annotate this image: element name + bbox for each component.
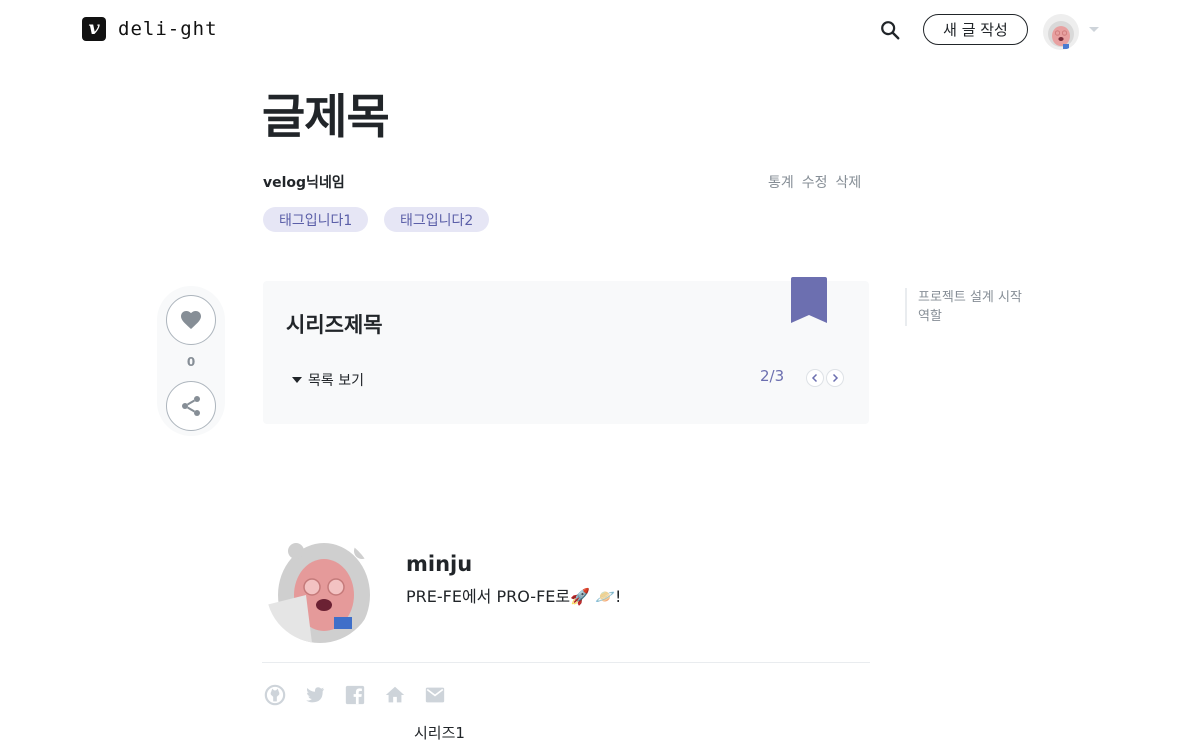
email-icon[interactable] [424,684,446,706]
post-actions: 통계 수정 삭제 [768,172,861,192]
profile-name[interactable]: minju [406,552,472,576]
profile-bio: PRE-FE에서 PRO-FE로🚀 🪐! [406,587,622,606]
like-button[interactable] [166,295,216,345]
series-box [263,281,869,424]
github-icon[interactable] [264,684,286,706]
avatar[interactable] [1043,14,1079,50]
triangle-down-icon [292,377,302,383]
chevron-left-icon [811,373,818,383]
tag-chip[interactable]: 태그입니다2 [384,207,490,232]
toc-item[interactable]: 역할 [918,307,1022,326]
stats-button[interactable]: 통계 [768,172,794,192]
bookmark-icon [791,277,827,323]
heart-icon [181,311,201,329]
table-of-contents: 프로젝트 설계 시작 역할 [905,288,1022,326]
share-button[interactable] [166,381,216,431]
series-list-toggle-label: 목록 보기 [308,373,364,389]
edit-button[interactable]: 수정 [802,172,828,192]
series-list-toggle[interactable]: 목록 보기 [292,370,364,390]
share-icon [182,396,200,416]
series-prev-button[interactable] [806,369,824,387]
twitter-icon[interactable] [304,684,326,706]
velog-logo[interactable]: v [82,17,106,41]
delete-button[interactable]: 삭제 [836,172,862,192]
series-next-button[interactable] [826,369,844,387]
author-name-link[interactable]: velog닉네임 [263,172,345,192]
like-count: 0 [186,355,196,369]
chevron-down-icon[interactable] [1089,27,1099,32]
tag-chip[interactable]: 태그입니다1 [263,207,369,232]
toc-item[interactable]: 프로젝트 설계 시작 [918,288,1022,307]
chevron-right-icon [832,373,839,383]
post-title: 글제목 [262,90,390,145]
search-icon[interactable] [879,19,901,41]
home-icon[interactable] [384,684,406,706]
series-counter: 2/3 [760,367,785,385]
profile-divider [262,662,870,663]
profile-avatar[interactable] [266,535,374,643]
avatar-image [1043,14,1079,50]
blog-name-link[interactable]: deli-ght [118,17,218,41]
facebook-icon[interactable] [344,684,366,706]
new-post-button[interactable]: 새 글 작성 [923,14,1028,45]
profile-avatar-image [266,535,374,643]
series-title[interactable]: 시리즈제목 [286,309,383,339]
